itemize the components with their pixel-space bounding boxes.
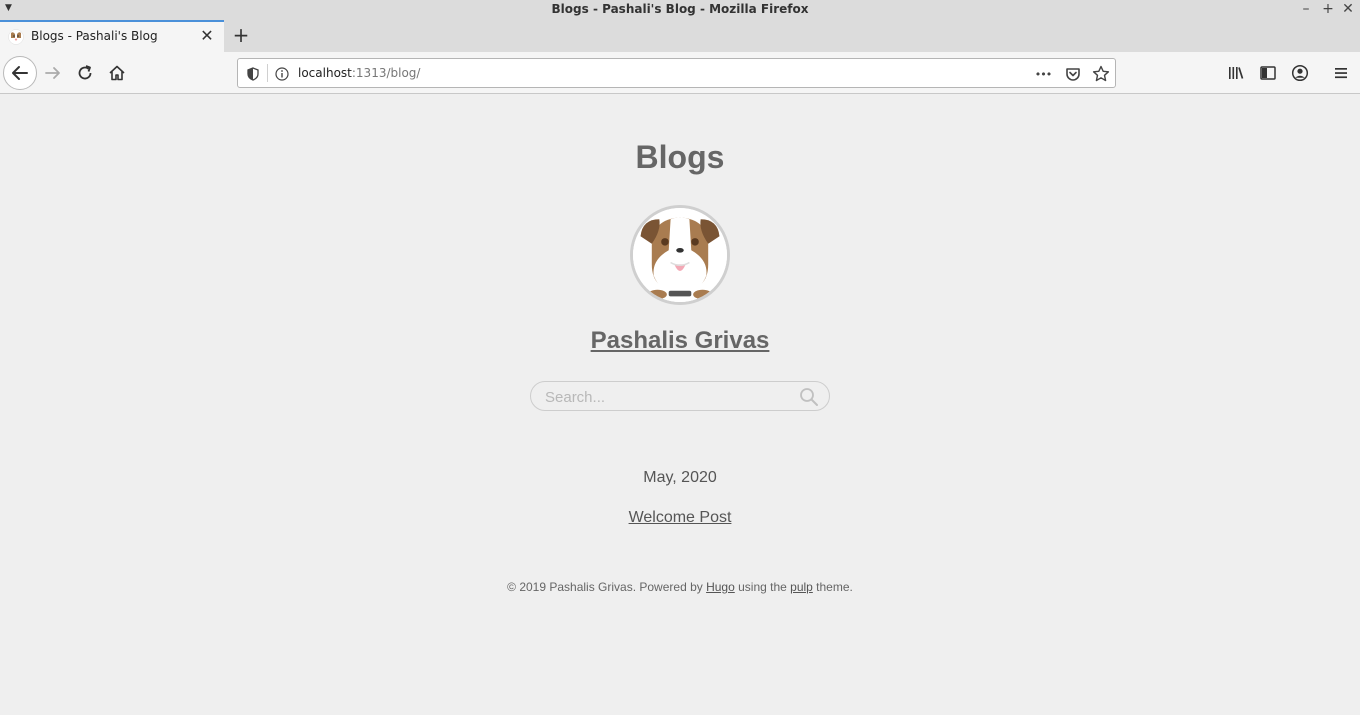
search-icon[interactable] (799, 387, 819, 407)
bookmark-star-icon[interactable] (1091, 64, 1111, 84)
pulp-theme-link[interactable]: pulp (790, 580, 813, 594)
page-content: Blogs Pashalis Grivas Search... May, 202… (0, 95, 1360, 715)
pocket-icon[interactable] (1063, 64, 1083, 84)
close-window-icon[interactable]: ✕ (1340, 1, 1356, 17)
page-title: Blogs (635, 139, 725, 175)
post-link[interactable]: Welcome Post (629, 509, 732, 526)
footer-copyright: © 2019 Pashalis Grivas. Powered by (507, 580, 707, 594)
tab-label: Blogs - Pashali's Blog (31, 29, 158, 43)
minimize-icon[interactable]: – (1298, 1, 1314, 17)
back-button[interactable] (3, 56, 37, 90)
avatar (630, 205, 730, 305)
sidebar-icon (1260, 66, 1276, 80)
sidebar-button[interactable] (1258, 63, 1278, 83)
menu-button[interactable] (1331, 63, 1351, 83)
post-list-item: Welcome Post (0, 509, 1360, 527)
page-footer: © 2019 Pashalis Grivas. Powered by Hugo … (0, 580, 1360, 594)
shield-icon[interactable] (243, 64, 263, 84)
urlbar-divider (267, 64, 268, 82)
author-name-link[interactable]: Pashalis Grivas (0, 327, 1360, 355)
footer-middle-text: using the (734, 580, 791, 594)
forward-icon (45, 67, 60, 79)
home-button[interactable] (107, 63, 127, 83)
url-host: localhost (298, 66, 352, 80)
close-tab-icon[interactable]: ✕ (198, 26, 216, 45)
footer-suffix-text: theme. (812, 580, 853, 594)
address-bar[interactable]: localhost:1313/blog/ ••• (237, 58, 1116, 88)
favicon-icon (8, 29, 24, 45)
library-icon (1229, 67, 1244, 79)
navigation-toolbar: localhost:1313/blog/ ••• (0, 52, 1360, 94)
more-icon[interactable]: ••• (1033, 64, 1053, 84)
back-icon (12, 66, 28, 80)
reload-button[interactable] (75, 63, 95, 83)
url-text[interactable]: localhost:1313/blog/ (298, 66, 420, 80)
hugo-link[interactable]: Hugo (706, 580, 735, 594)
reload-icon (78, 65, 92, 80)
account-icon (1291, 64, 1309, 82)
search-box (530, 381, 830, 411)
home-icon (109, 65, 125, 81)
new-tab-button[interactable]: + (230, 22, 252, 48)
archive-month-heading: May, 2020 (643, 469, 717, 486)
tab-blogs[interactable]: Blogs - Pashali's Blog ✕ (0, 20, 224, 52)
maximize-icon[interactable]: + (1320, 1, 1336, 17)
info-icon[interactable] (272, 64, 292, 84)
account-button[interactable] (1290, 63, 1310, 83)
url-path: :1313/blog/ (351, 66, 421, 80)
forward-button[interactable] (43, 63, 63, 83)
menu-icon (1335, 68, 1347, 79)
search-input[interactable] (545, 388, 795, 406)
tab-strip: Blogs - Pashali's Blog ✕ + (0, 20, 1360, 52)
window-title: Blogs - Pashali's Blog - Mozilla Firefox (551, 2, 809, 16)
window-titlebar: ▼ Blogs - Pashali's Blog - Mozilla Firef… (0, 0, 1360, 20)
library-button[interactable] (1226, 63, 1246, 83)
bulldog-avatar-image (633, 208, 727, 302)
